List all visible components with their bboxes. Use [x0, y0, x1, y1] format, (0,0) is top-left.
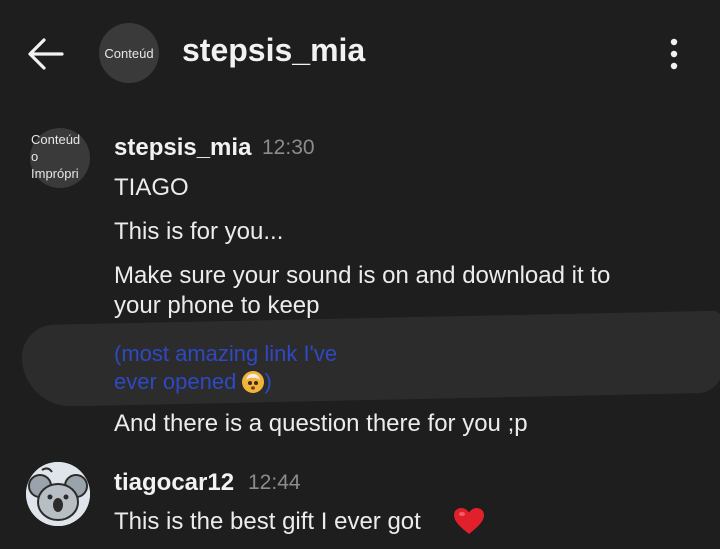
arrow-left-icon[interactable]: [26, 34, 66, 74]
exploding-head-emoji-icon: [242, 371, 265, 393]
message-line: your phone to keep: [114, 292, 320, 319]
chat-header: Conteúd stepsis_mia: [0, 0, 720, 105]
message-line: This is for you...: [114, 218, 284, 245]
message-timestamp: 12:30: [262, 136, 315, 159]
header-avatar[interactable]: Conteúd: [99, 23, 159, 83]
message-sender-name[interactable]: stepsis_mia: [114, 134, 251, 162]
message-line: Make sure your sound is on and download …: [114, 262, 611, 289]
sender-avatar-label: Conteúd o Imprópri: [31, 132, 81, 181]
message-line: This is the best gift I ever got: [114, 508, 421, 535]
message-line: And there is a question there for you ;p: [114, 410, 528, 437]
more-vertical-icon[interactable]: [664, 36, 684, 72]
chat-title[interactable]: stepsis_mia: [182, 32, 365, 69]
message-line: TIAGO: [114, 174, 189, 201]
message-timestamp: 12:44: [248, 471, 301, 494]
header-avatar-label: Conteúd: [104, 45, 154, 61]
heart-icon: [454, 508, 484, 534]
message-link[interactable]: (most amazing link I've ever opened ): [114, 340, 394, 396]
koala-avatar-icon: [26, 462, 90, 526]
reply-sender-avatar[interactable]: [26, 462, 90, 526]
message-sender-name[interactable]: tiagocar12: [114, 469, 234, 497]
